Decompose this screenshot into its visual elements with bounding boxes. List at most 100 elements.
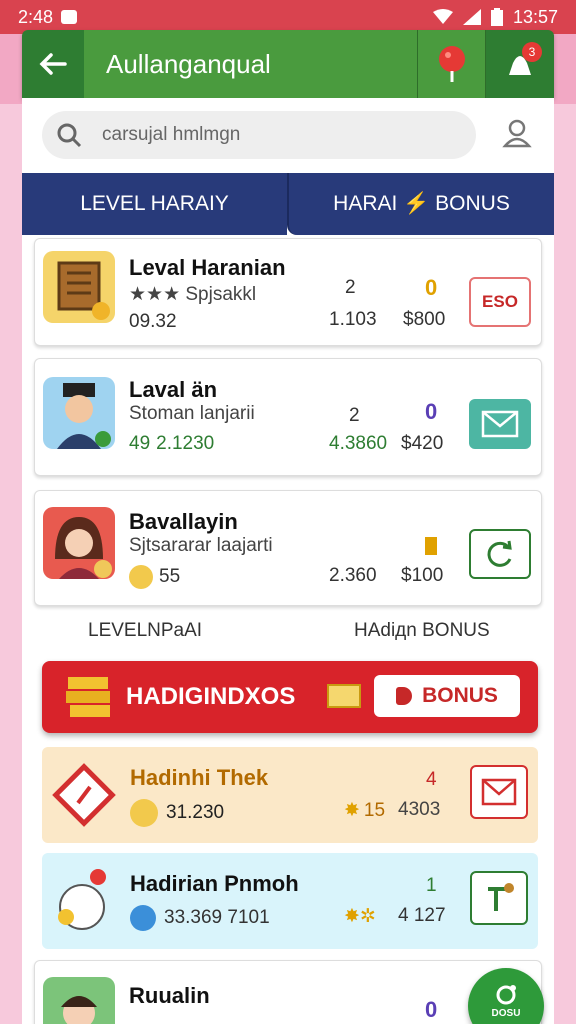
promo-banner[interactable]: HADIGINDXOS BONUS	[42, 661, 538, 733]
notification-badge: 3	[522, 42, 542, 62]
item-count: 0	[425, 997, 438, 1022]
bonus-icon	[396, 687, 413, 705]
section-right-label: HAdiдn BONUS	[354, 620, 490, 641]
card-diamond-icon	[52, 763, 116, 827]
back-arrow-icon	[39, 53, 67, 75]
status-time-right: 13:57	[512, 6, 558, 27]
card-score: 4.3860	[329, 433, 388, 454]
item-score: 4303	[398, 799, 441, 820]
globe-icon	[130, 905, 156, 931]
box-button-label: ESO	[482, 292, 518, 311]
avatar	[43, 251, 115, 323]
search-placeholder: carsujal hmlmgn	[102, 124, 241, 145]
mail-icon	[481, 410, 519, 438]
bird-icon	[58, 869, 106, 930]
card-title: Leval Haranian	[129, 255, 286, 280]
search-row: carsujal hmlmgn	[22, 98, 554, 172]
card-score: 2.360	[329, 565, 377, 586]
gold-bars-icon	[66, 677, 110, 717]
list-item[interactable]: Hadinhi Thek 31.230 4 ✸ 15 4303	[42, 747, 538, 843]
fab-label: DOSU	[491, 1008, 521, 1019]
card-value: 55	[159, 566, 181, 587]
section-left-label: LEVELNPaAI	[88, 620, 203, 641]
item-value: 31.230	[166, 802, 225, 823]
bookmark-icon	[425, 537, 437, 555]
app-title: Aullanganqual	[84, 30, 418, 98]
notifications-button[interactable]: 3	[486, 30, 554, 98]
card-subtitle: ★★★ Spjsakkl	[129, 284, 257, 305]
coin-icon	[129, 565, 153, 589]
tab-bonus[interactable]: HARAI ⚡ BONUS	[287, 173, 554, 235]
item-title: Hadirian Pnmoh	[130, 871, 299, 896]
tab-level[interactable]: LEVEL HARAIY	[22, 173, 287, 235]
list-card[interactable]: Leval Haranian ★★★ Spjsakkl 09.32 2 1.10…	[34, 238, 542, 346]
card-value: 09.32	[129, 311, 177, 332]
item-value-row: 33.369 7101	[130, 905, 270, 931]
card-value-prefix: 49	[129, 433, 151, 454]
item-score: 4 127	[398, 905, 446, 926]
share-icon	[496, 985, 516, 1005]
back-button[interactable]	[22, 30, 84, 98]
smile-coin-icon	[130, 799, 158, 827]
content-panel: carsujal hmlmgn LEVEL HARAIY HARAI ⚡ BON…	[22, 98, 554, 1024]
app-bar: Aullanganqual 3	[22, 30, 554, 98]
list-item[interactable]: Hadirian Pnmoh 33.369 7101 1 ✸✲ 4 127	[42, 853, 538, 949]
item-stars: ✸ 15	[344, 799, 385, 822]
treasure-map-icon	[57, 261, 110, 320]
avatar	[43, 507, 115, 579]
refresh-icon	[487, 540, 512, 567]
person-avatar-icon	[57, 383, 111, 449]
notification-icon	[61, 10, 78, 24]
card-count: 2	[349, 405, 360, 426]
card-score: 1.103	[329, 309, 377, 330]
refresh-button[interactable]	[469, 529, 531, 579]
item-count: 1	[426, 875, 437, 896]
battery-icon	[490, 8, 503, 26]
profile-button[interactable]	[502, 118, 532, 153]
map-pin-button[interactable]	[418, 30, 486, 98]
gold-bar-icon	[327, 684, 361, 708]
avatar	[43, 377, 115, 449]
bonus-button-label: BONUS	[422, 684, 498, 707]
girl-avatar-icon	[55, 517, 112, 579]
card-points: 0	[425, 275, 438, 300]
star-icon: ✸	[344, 800, 360, 821]
list-item[interactable]: Ruualin 0	[34, 960, 542, 1024]
item-title: Hadinhi Thek	[130, 765, 269, 790]
signal-icon	[462, 9, 481, 25]
map-pin-icon	[438, 46, 465, 82]
list-card[interactable]: Laval än Stoman lanjarii 49 2.1230 2 4.3…	[34, 358, 542, 476]
box-action-button[interactable]: ESO	[469, 277, 531, 327]
tab-bar: LEVEL HARAIY HARAI ⚡ BONUS	[22, 173, 554, 235]
card-title: Laval än	[129, 377, 218, 402]
settings-button[interactable]	[470, 871, 528, 925]
item-value: 33.369 7101	[164, 907, 270, 928]
bonus-button[interactable]: BONUS	[374, 675, 520, 717]
item-count: 4	[426, 769, 437, 790]
card-points: 0	[425, 399, 438, 424]
section-header: LEVELNPaAI HAdiдn BONUS	[22, 620, 554, 654]
message-button[interactable]	[469, 399, 531, 449]
card-count: 2	[345, 277, 356, 298]
avatar	[43, 977, 115, 1024]
search-input[interactable]: carsujal hmlmgn	[42, 111, 476, 159]
card-title: Bavallayin	[129, 509, 238, 534]
status-time-left: 2:48	[18, 6, 54, 27]
kid-avatar-icon	[61, 996, 97, 1024]
user-icon	[502, 119, 532, 147]
card-price: $800	[403, 309, 446, 330]
card-price: $420	[401, 433, 444, 454]
tool-icon	[488, 883, 514, 911]
item-value-row: 31.230	[130, 799, 224, 827]
card-subtitle: Sjtsararar laajarti	[129, 535, 273, 556]
card-value-row: 55	[129, 565, 180, 589]
mail-icon	[481, 778, 517, 806]
list-card[interactable]: Bavallayin Sjtsararar laajarti 55 2.360 …	[34, 490, 542, 606]
item-stars: ✸✲	[344, 906, 376, 927]
card-value: 2.1230	[156, 433, 215, 454]
wifi-icon	[432, 9, 453, 24]
item-stars-value: 15	[363, 799, 386, 821]
mail-button[interactable]	[470, 765, 528, 819]
card-subtitle: Stoman lanjarii	[129, 403, 255, 424]
search-icon	[57, 123, 82, 148]
